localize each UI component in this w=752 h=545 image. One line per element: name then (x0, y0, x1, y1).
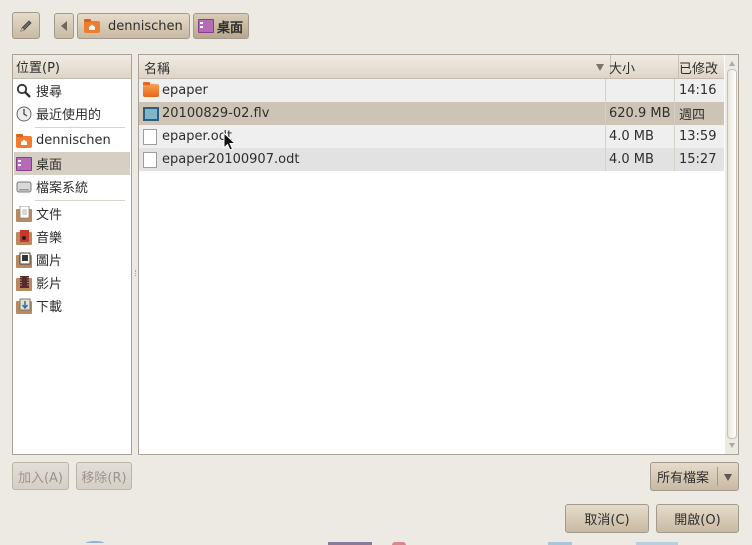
desktop-edge-fragment (86, 541, 104, 545)
file-filter-selected: 所有檔案 (657, 471, 710, 486)
path-segment-label: 桌面 (217, 20, 244, 36)
places-separator (35, 127, 125, 128)
file-name: epaper20100907.odt (162, 152, 300, 167)
file-size: 620.9 MB (609, 106, 671, 121)
scroll-down-arrow-icon (729, 443, 735, 448)
add-bookmark-button[interactable]: 加入(A) (12, 462, 69, 490)
file-filter-combo[interactable]: 所有檔案 (650, 462, 739, 491)
file-size: 4.0 MB (609, 129, 654, 144)
file-modified: 週四 (679, 108, 706, 123)
sort-down-icon (596, 64, 604, 71)
path-segment-desktop[interactable]: 桌面 (193, 13, 249, 39)
file-row[interactable]: 20100829-02.flv 620.9 MB 週四 (139, 102, 724, 125)
place-item-label: 影片 (36, 277, 63, 292)
downloads-folder-icon (16, 298, 32, 314)
place-item-label: 桌面 (36, 158, 63, 173)
place-item-label: 下載 (36, 300, 63, 315)
places-separator (35, 200, 125, 201)
remove-bookmark-label: 移除(R) (81, 470, 127, 486)
combo-divider (717, 467, 718, 486)
place-item-label: 最近使用的 (36, 108, 102, 123)
documents-folder-icon (16, 205, 32, 222)
recent-icon (16, 106, 32, 121)
path-segment-label: dennischen (108, 18, 183, 34)
places-header[interactable]: 位置(P) (13, 55, 131, 79)
place-item-label: 圖片 (36, 254, 63, 269)
path-segment-home[interactable]: dennischen (77, 13, 190, 39)
file-list-panel: 名稱 大小 已修改 epaper 14:16 20100829-02.flv 6… (138, 54, 739, 455)
document-icon (143, 151, 157, 168)
pictures-folder-icon (16, 252, 32, 268)
left-arrow-icon (61, 21, 67, 31)
file-modified: 13:59 (679, 129, 717, 144)
desktop-icon (198, 19, 214, 33)
place-item-label: 文件 (36, 208, 63, 223)
path-back-arrow-button[interactable] (54, 13, 74, 39)
folder-icon (143, 82, 159, 97)
column-header-modified[interactable]: 已修改 (674, 55, 729, 79)
place-item-search[interactable]: 搜尋 (14, 79, 130, 102)
add-bookmark-label: 加入(A) (17, 470, 64, 486)
music-folder-icon (16, 229, 32, 245)
file-list-header: 名稱 大小 已修改 (139, 55, 724, 79)
place-item-documents[interactable]: 文件 (14, 202, 130, 225)
cancel-label: 取消(C) (584, 513, 630, 528)
column-header-label: 大小 (609, 61, 636, 77)
place-item-label: dennischen (36, 133, 111, 148)
file-name: 20100829-02.flv (162, 106, 270, 121)
column-header-label: 名稱 (144, 61, 171, 77)
scrollbar-thumb[interactable] (727, 69, 737, 439)
cancel-button[interactable]: 取消(C) (565, 504, 649, 533)
places-header-label: 位置(P) (16, 61, 60, 76)
file-row[interactable]: epaper 14:16 (139, 79, 724, 102)
place-item-pictures[interactable]: 圖片 (14, 248, 130, 271)
file-size: 4.0 MB (609, 152, 654, 167)
document-icon (143, 128, 157, 145)
search-icon (16, 83, 31, 98)
file-name: epaper.odt (162, 129, 233, 144)
home-folder-icon (16, 133, 32, 148)
column-divider (605, 79, 606, 171)
videos-folder-icon (16, 275, 32, 291)
file-modified: 14:16 (679, 83, 717, 98)
open-label: 開啟(O) (674, 513, 721, 528)
vertical-scrollbar[interactable] (725, 55, 738, 454)
place-item-desktop[interactable]: 桌面 (14, 152, 130, 175)
column-header-label: 已修改 (679, 61, 719, 77)
desktop-icon (16, 156, 32, 171)
column-divider (674, 79, 675, 171)
home-folder-icon (84, 19, 100, 33)
mouse-cursor-icon (223, 132, 237, 151)
place-item-downloads[interactable]: 下載 (14, 294, 130, 317)
file-modified: 15:27 (679, 152, 717, 167)
column-header-size[interactable]: 大小 (605, 55, 679, 79)
place-item-label: 音樂 (36, 231, 63, 246)
place-item-music[interactable]: 音樂 (14, 225, 130, 248)
pencil-icon (20, 19, 32, 32)
remove-bookmark-button[interactable]: 移除(R) (76, 462, 132, 490)
place-item-label: 搜尋 (36, 85, 63, 100)
file-name: epaper (162, 83, 208, 98)
place-item-videos[interactable]: 影片 (14, 271, 130, 294)
column-header-name[interactable]: 名稱 (139, 55, 611, 79)
places-panel: 位置(P) 搜尋 最近使用的 dennischen 桌面 檔案系統 文件 音樂 … (12, 54, 132, 455)
open-button[interactable]: 開啟(O) (656, 504, 739, 533)
splitter-grip (135, 270, 136, 276)
place-item-label: 檔案系統 (36, 181, 89, 196)
drive-icon (16, 181, 32, 192)
edit-location-button[interactable] (12, 12, 40, 39)
video-file-icon (143, 106, 159, 121)
place-item-filesystem[interactable]: 檔案系統 (14, 175, 130, 198)
chevron-down-icon (724, 474, 732, 481)
place-item-home[interactable]: dennischen (14, 129, 130, 152)
scroll-up-arrow-icon (729, 61, 735, 66)
pane-splitter[interactable] (134, 54, 137, 455)
place-item-recent[interactable]: 最近使用的 (14, 102, 130, 125)
